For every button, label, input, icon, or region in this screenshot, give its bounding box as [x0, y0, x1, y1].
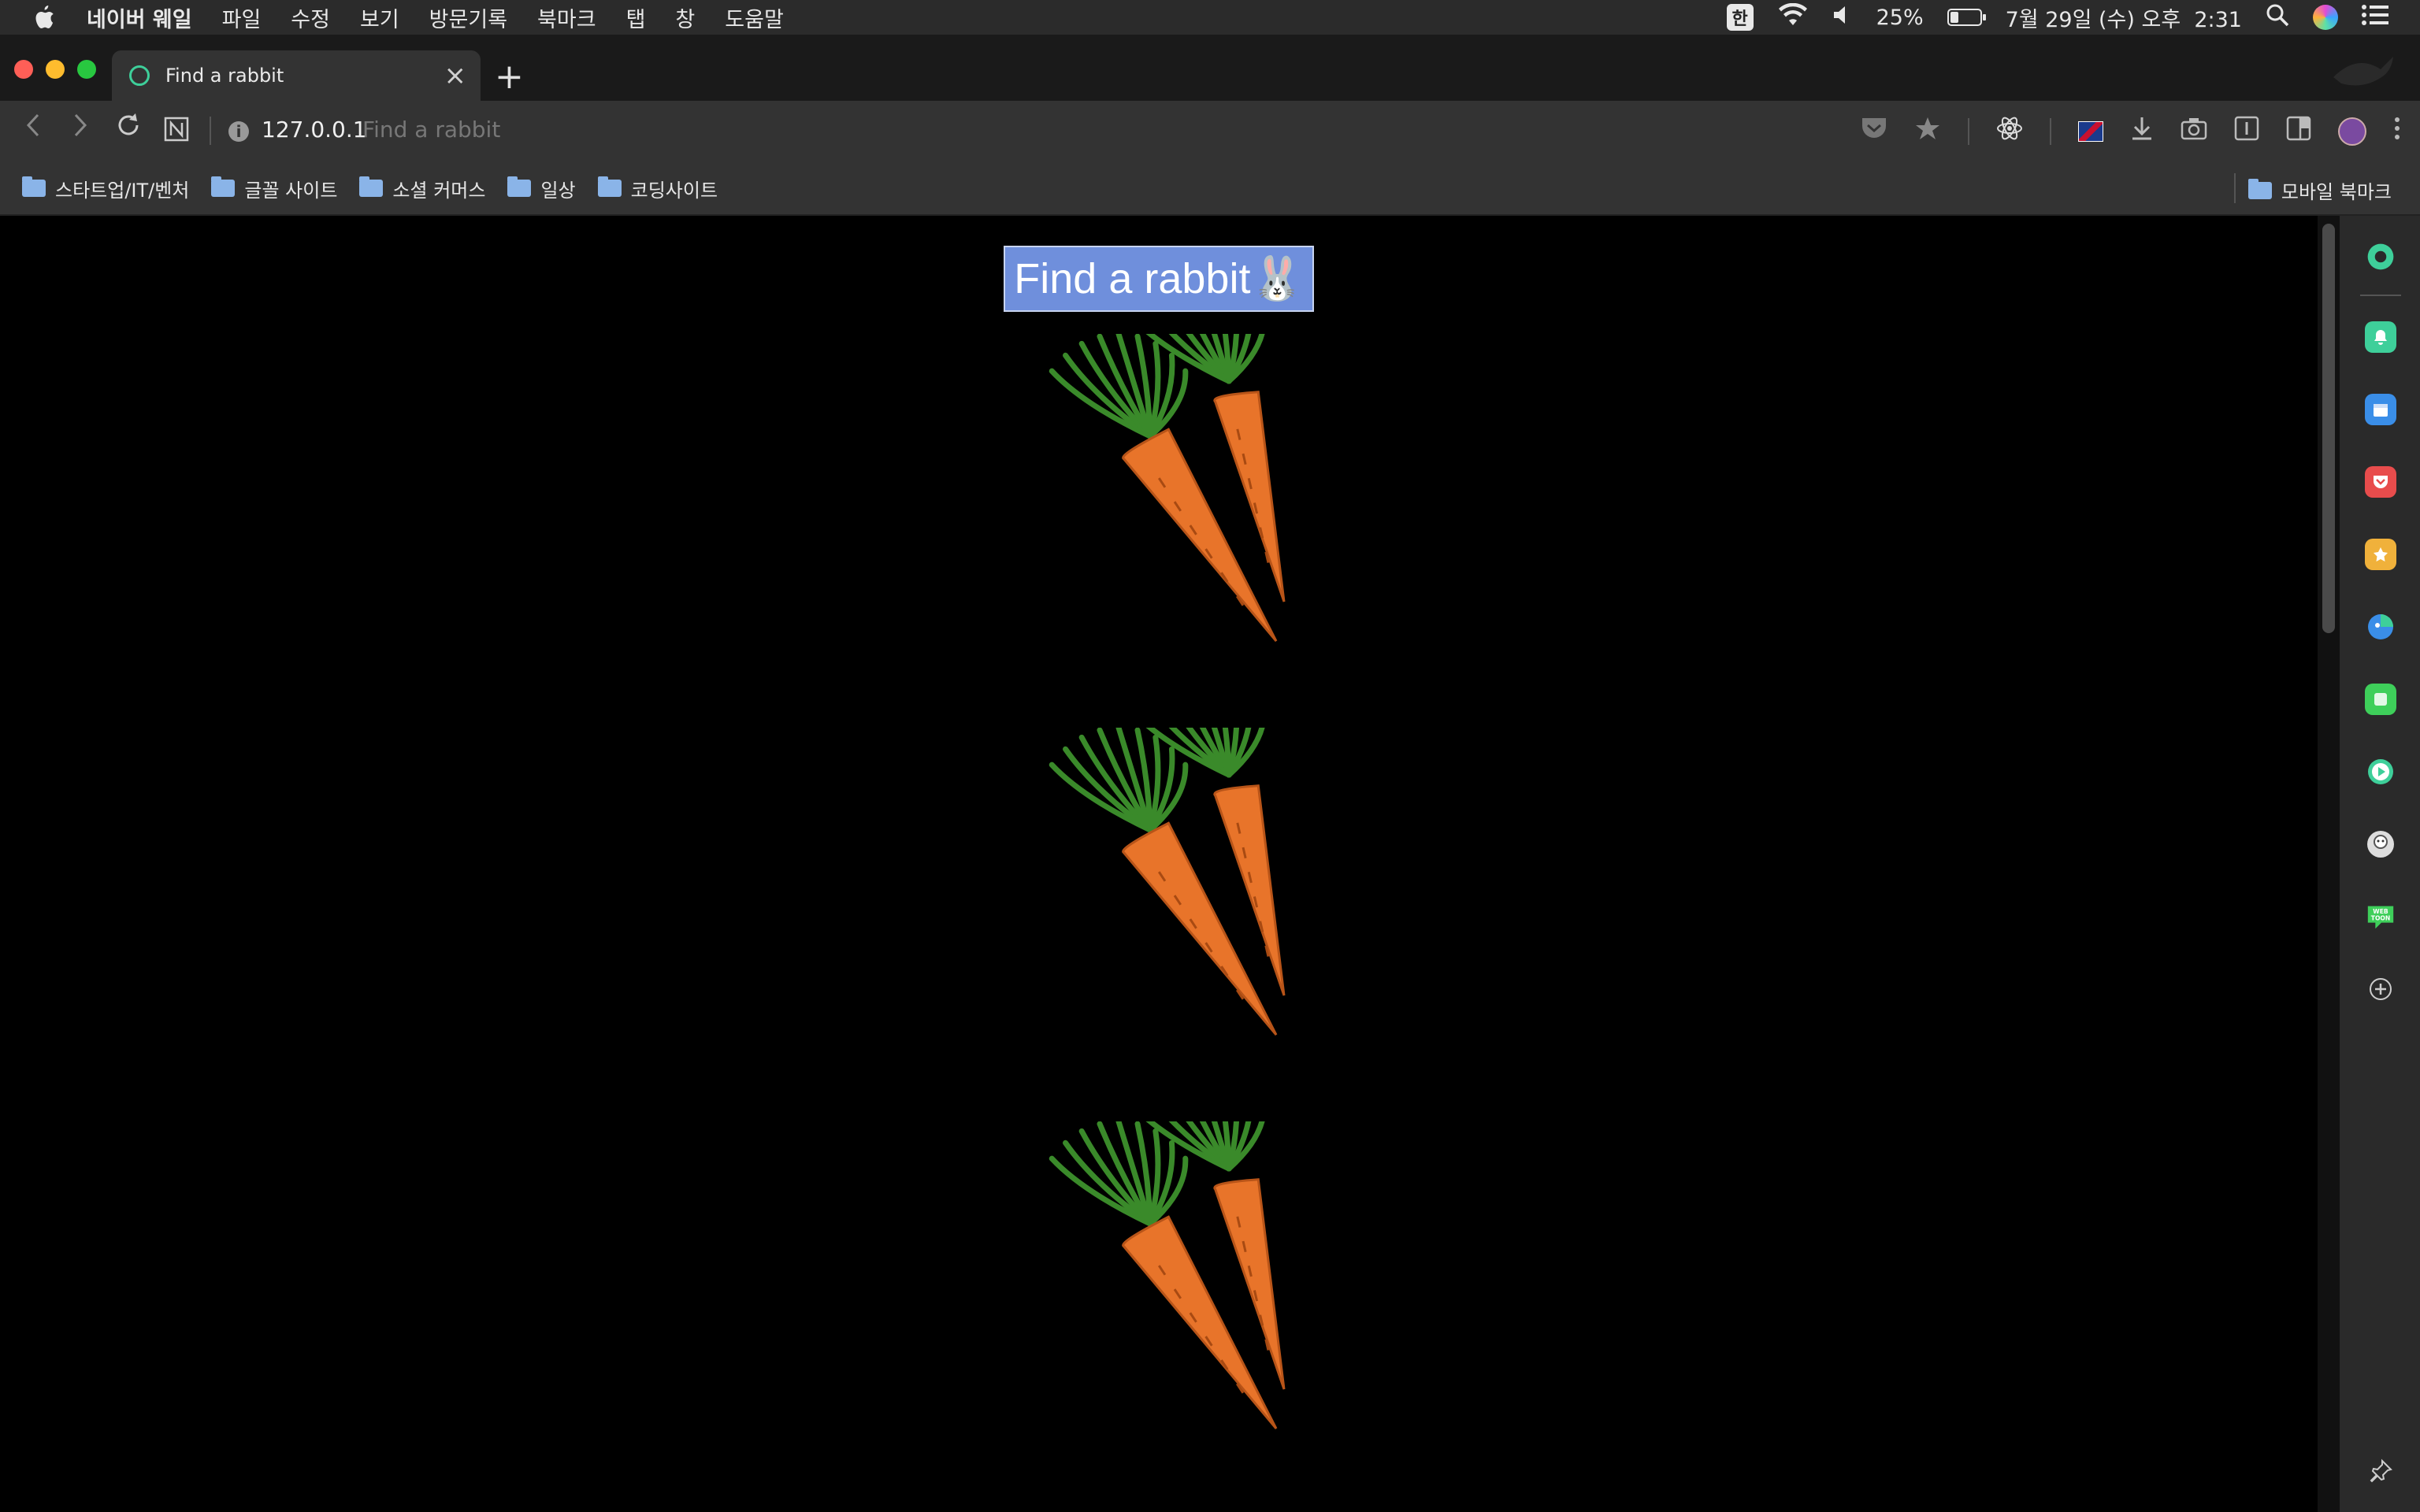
translate-flag-icon[interactable]: [2078, 121, 2103, 142]
sidebar-media-play-icon[interactable]: [2365, 756, 2396, 788]
notification-center-icon[interactable]: [2362, 4, 2388, 32]
menu-edit[interactable]: 수정: [291, 2, 330, 33]
folder-icon: [211, 176, 236, 197]
reader-mode-icon[interactable]: [2234, 116, 2259, 147]
bookmark-folder-daily[interactable]: 일상: [507, 175, 576, 202]
bookmark-folder-startup[interactable]: 스타트업/IT/벤처: [22, 175, 189, 202]
tab-close-icon[interactable]: ×: [444, 60, 467, 91]
whale-sidebar: WEB TOON: [2340, 216, 2420, 1512]
page-content: Find a rabbit🐰: [0, 216, 2318, 1512]
scrollbar-thumb[interactable]: [2322, 224, 2335, 633]
bookmark-folder-social-commerce[interactable]: 소셜 커머스: [359, 175, 485, 202]
sidebar-papago-icon[interactable]: [2365, 611, 2396, 643]
sidebar-memo-icon[interactable]: [2365, 684, 2396, 715]
system-menubar: 네이버 웨일 파일 수정 보기 방문기록 북마크 탭 창 도움말 한 25% 7…: [0, 0, 2420, 35]
tab-favicon-icon: [129, 65, 150, 86]
wifi-icon[interactable]: [1777, 2, 1809, 32]
back-button[interactable]: [24, 112, 43, 146]
folder-icon: [359, 176, 384, 197]
menu-view[interactable]: 보기: [360, 2, 399, 33]
folder-icon: [22, 176, 46, 197]
menu-help[interactable]: 도움말: [725, 2, 784, 33]
react-devtools-icon[interactable]: [1996, 116, 2023, 147]
folder-icon: [507, 176, 532, 197]
toolbar-divider: [1968, 118, 1969, 145]
page-scrollbar[interactable]: [2318, 216, 2340, 1512]
sidebar-toggle-icon[interactable]: [2286, 116, 2311, 147]
zoom-window-button[interactable]: [77, 60, 96, 79]
close-window-button[interactable]: [14, 60, 33, 79]
minimize-window-button[interactable]: [46, 60, 65, 79]
screenshot-camera-icon[interactable]: [2181, 117, 2207, 146]
reload-button[interactable]: [115, 112, 142, 146]
volume-icon[interactable]: [1832, 4, 1853, 32]
tab-title: Find a rabbit: [165, 65, 284, 87]
carrot-bunch-image: [1049, 1121, 1286, 1429]
site-info-icon[interactable]: i: [228, 121, 249, 142]
sidebar-add-icon[interactable]: [2365, 973, 2396, 1005]
tab-find-a-rabbit[interactable]: Find a rabbit ×: [112, 50, 481, 101]
bookmark-label: 소셜 커머스: [392, 179, 486, 202]
input-source-indicator[interactable]: 한: [1726, 4, 1754, 31]
siri-icon[interactable]: [2313, 5, 2338, 30]
menu-history[interactable]: 방문기록: [429, 2, 507, 33]
folder-icon: [597, 176, 622, 197]
sidebar-whale-icon[interactable]: [2365, 241, 2396, 272]
apple-menu-icon[interactable]: [0, 4, 87, 31]
find-rabbit-button[interactable]: Find a rabbit🐰: [1004, 246, 1314, 312]
battery-percent: 25%: [1876, 5, 1924, 30]
download-icon[interactable]: [2130, 116, 2154, 147]
menu-window[interactable]: 창: [675, 2, 695, 33]
profile-avatar[interactable]: [2338, 117, 2366, 146]
carrot-bunch-image: [1049, 334, 1286, 642]
sidebar-favorites-icon[interactable]: [2365, 539, 2396, 570]
toolbar-divider: [210, 117, 211, 145]
naver-home-icon[interactable]: [164, 117, 189, 149]
menu-bookmarks[interactable]: 북마크: [537, 2, 596, 33]
bookmark-folder-coding[interactable]: 코딩사이트: [597, 175, 718, 202]
folder-icon: [2247, 178, 2272, 199]
battery-fill: [1950, 12, 1958, 23]
sidebar-pocket-icon[interactable]: [2365, 466, 2396, 498]
menu-tab[interactable]: 탭: [626, 2, 646, 33]
browser-toolbar: i 127.0.0.1 Find a rabbit: [0, 101, 2420, 162]
bookmark-label: 모바일 북마크: [2281, 181, 2392, 203]
bookmark-label: 코딩사이트: [630, 179, 718, 202]
sidebar-calendar-icon[interactable]: [2365, 394, 2396, 425]
forward-button[interactable]: [71, 112, 90, 146]
bookmark-label: 글꼴 사이트: [244, 179, 338, 202]
sidebar-notification-icon[interactable]: [2365, 321, 2396, 353]
sidebar-avatar-icon[interactable]: [2365, 828, 2396, 860]
bookmark-star-icon[interactable]: [1914, 116, 1941, 147]
menu-app-name[interactable]: 네이버 웨일: [87, 2, 192, 33]
bookmarks-bar: 스타트업/IT/벤처 글꼴 사이트 소셜 커머스 일상 코딩사이트 모바일 북마…: [0, 162, 2420, 216]
menu-file[interactable]: 파일: [222, 2, 262, 33]
more-menu-icon[interactable]: [2393, 116, 2401, 147]
spotlight-search-icon[interactable]: [2266, 3, 2289, 32]
address-url[interactable]: 127.0.0.1: [262, 117, 367, 143]
clock[interactable]: 7월 29일 (수) 오후 2:31: [2006, 2, 2242, 33]
sidebar-divider: [2360, 295, 2401, 296]
sidebar-webtoon-icon[interactable]: WEB TOON: [2365, 901, 2396, 932]
sidebar-pin-icon[interactable]: [2365, 1455, 2396, 1487]
bookmark-label: 일상: [540, 179, 576, 202]
window-controls: [14, 60, 96, 79]
whale-logo-icon: [2333, 57, 2393, 86]
bookmark-folder-fonts[interactable]: 글꼴 사이트: [211, 175, 337, 202]
carrot-bunch-image: [1049, 728, 1286, 1036]
bookmark-folder-mobile[interactable]: 모바일 북마크: [2247, 176, 2392, 204]
pocket-icon[interactable]: [1861, 117, 1887, 146]
svg-text:TOON: TOON: [2371, 915, 2391, 922]
tab-strip: Find a rabbit × +: [0, 35, 2420, 101]
address-page-title[interactable]: Find a rabbit: [362, 117, 500, 143]
toolbar-divider: [2050, 118, 2051, 145]
bookmarks-divider: [2234, 173, 2236, 203]
battery-icon[interactable]: [1947, 9, 1986, 26]
bookmark-label: 스타트업/IT/벤처: [55, 179, 190, 202]
new-tab-button[interactable]: +: [495, 57, 524, 97]
